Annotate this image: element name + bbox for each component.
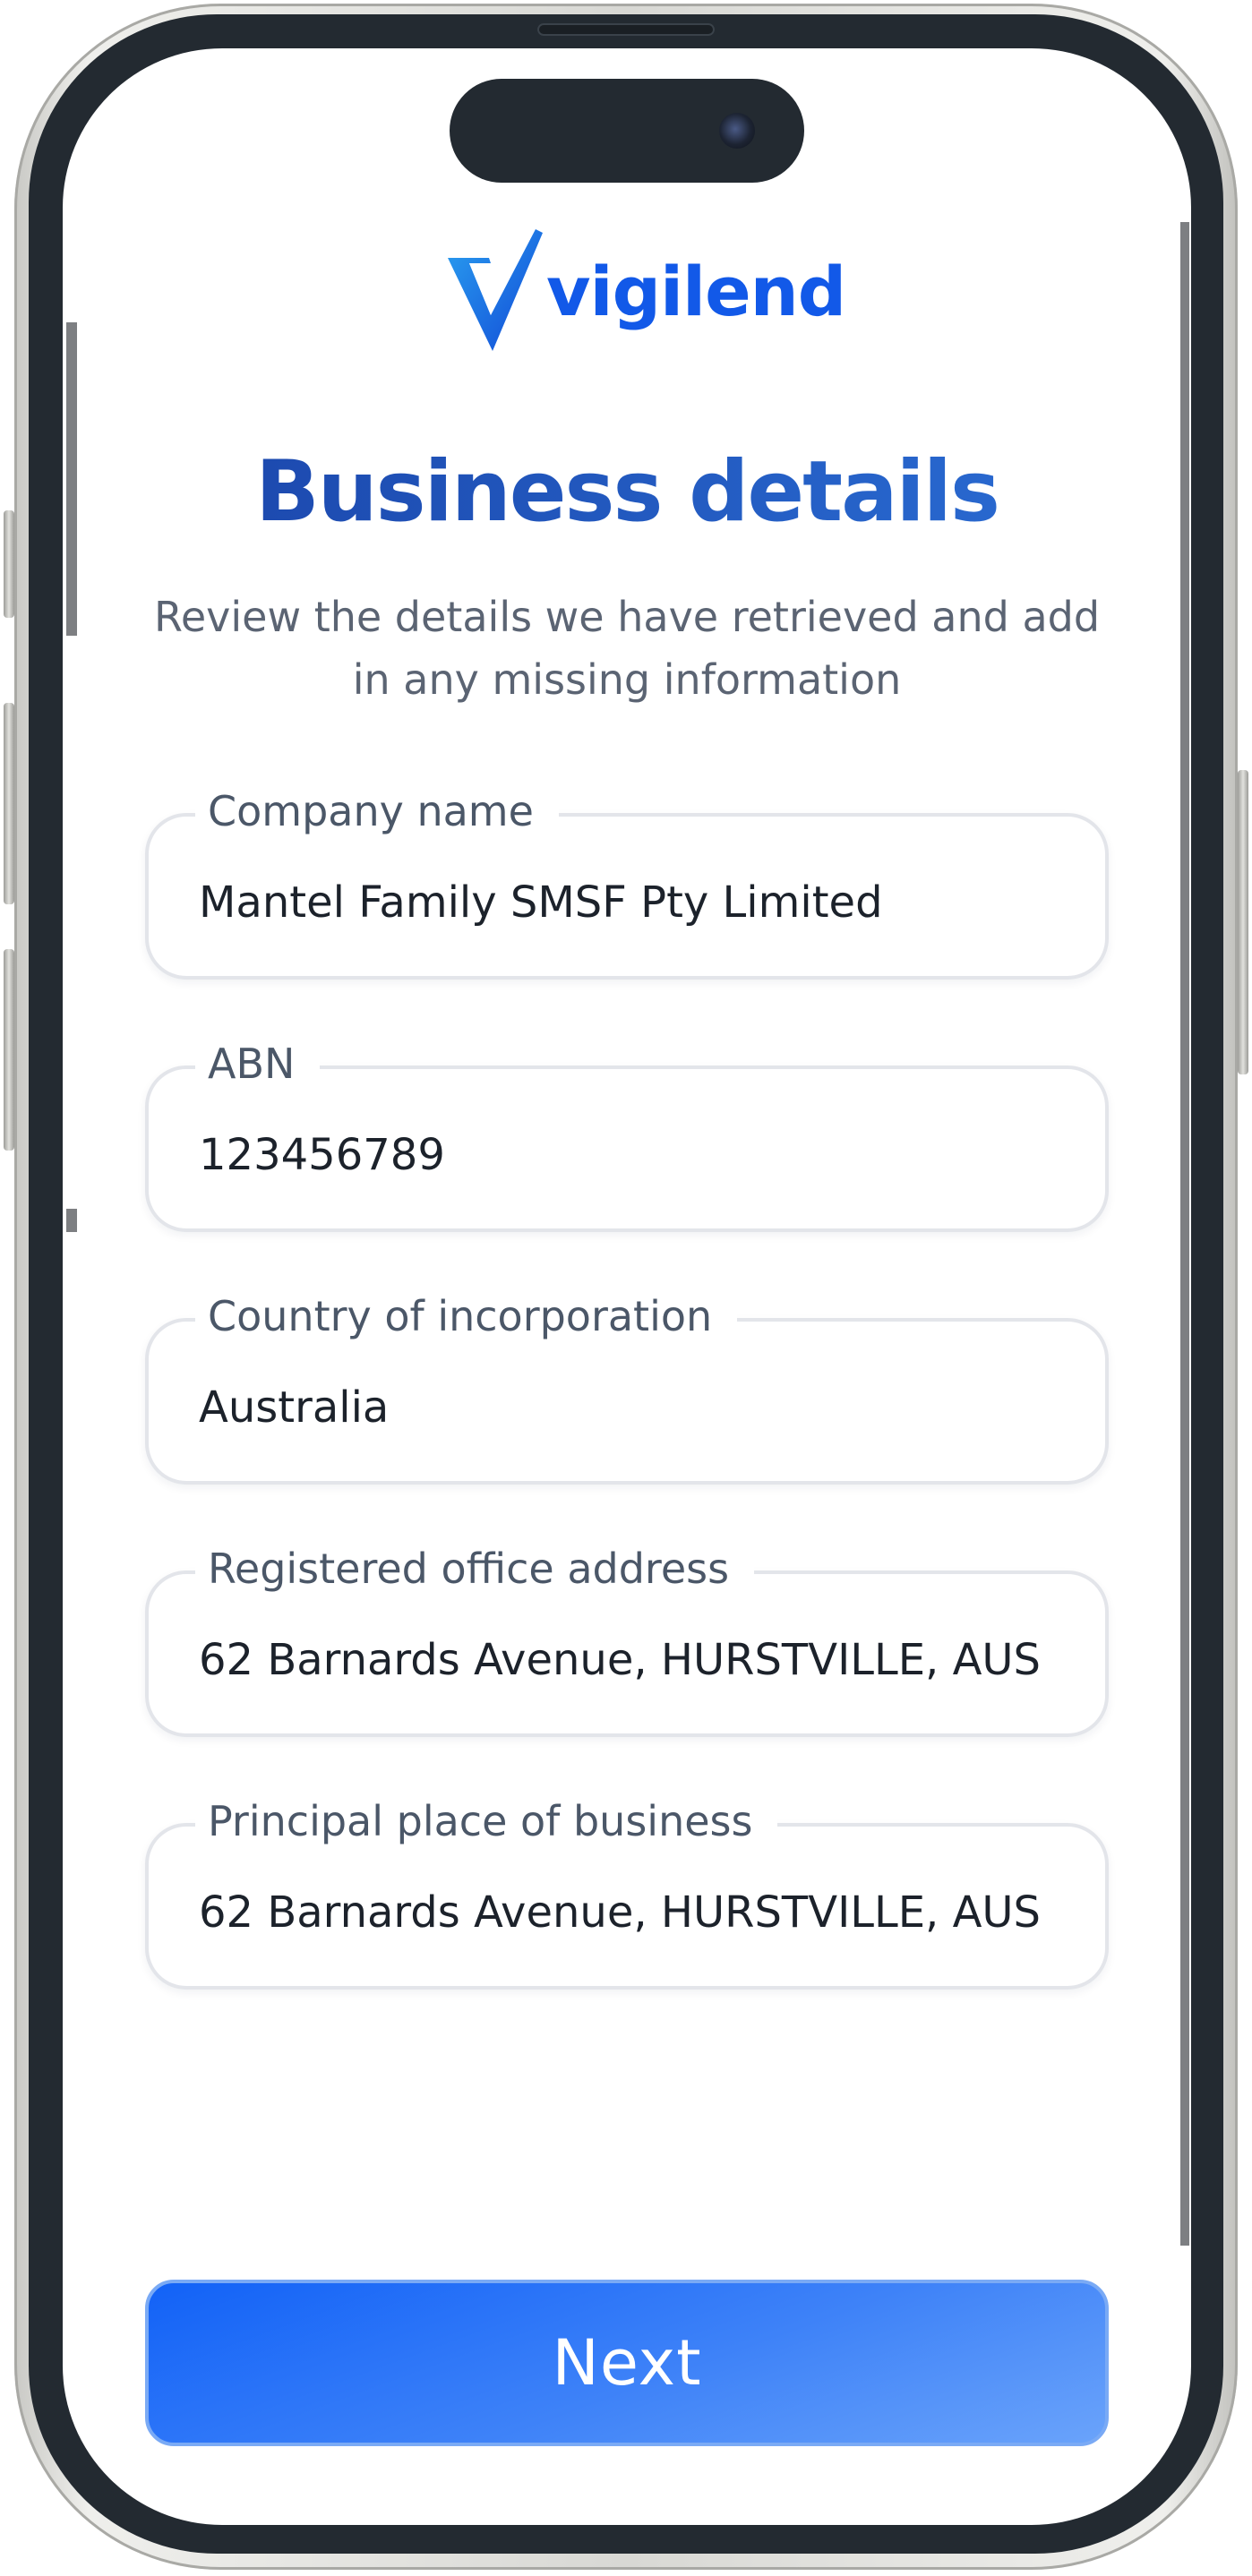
field-value[interactable]: Australia bbox=[199, 1379, 389, 1436]
next-button[interactable]: Next bbox=[145, 2280, 1109, 2446]
field-label: Country of incorporation bbox=[195, 1288, 738, 1345]
front-camera bbox=[719, 113, 755, 149]
brand-wordmark: vigilend bbox=[546, 252, 846, 331]
field-label: Registered office address bbox=[195, 1540, 755, 1597]
country-of-incorporation-field[interactable]: Country of incorporation Australia bbox=[145, 1288, 1109, 1485]
field-label: Company name bbox=[195, 783, 559, 840]
company-name-field[interactable]: Company name Mantel Family SMSF Pty Limi… bbox=[145, 783, 1109, 980]
scrollbar[interactable] bbox=[1180, 222, 1189, 2246]
subtitle-line: in any missing information bbox=[352, 655, 902, 704]
scroll-indicator bbox=[66, 1209, 77, 1232]
page-subtitle: Review the details we have retrieved and… bbox=[134, 586, 1119, 711]
app-screen: vigilend Business details Review the det… bbox=[63, 48, 1191, 2525]
scroll-indicator bbox=[66, 322, 77, 636]
speaker-slot bbox=[537, 23, 715, 36]
brand-logo: vigilend bbox=[446, 227, 846, 362]
volume-down-button bbox=[4, 949, 14, 1151]
next-button-label: Next bbox=[552, 2326, 702, 2400]
registered-office-address-field[interactable]: Registered office address 62 Barnards Av… bbox=[145, 1540, 1109, 1737]
field-value[interactable]: 123456789 bbox=[199, 1126, 445, 1184]
field-value[interactable]: 62 Barnards Avenue, HURSTVILLE, AUS bbox=[199, 1631, 1041, 1689]
field-label: ABN bbox=[195, 1035, 321, 1092]
principal-place-of-business-field[interactable]: Principal place of business 62 Barnards … bbox=[145, 1793, 1109, 1990]
dynamic-island bbox=[450, 79, 804, 183]
abn-field[interactable]: ABN 123456789 bbox=[145, 1035, 1109, 1232]
subtitle-line: Review the details we have retrieved and… bbox=[153, 593, 1101, 641]
power-button bbox=[1238, 770, 1248, 1074]
v-check-logo-icon bbox=[448, 229, 543, 351]
page-title: Business details bbox=[63, 442, 1191, 543]
device-mockup: vigilend Business details Review the det… bbox=[0, 0, 1252, 2576]
volume-up-button bbox=[4, 703, 14, 904]
field-value[interactable]: 62 Barnards Avenue, HURSTVILLE, AUS bbox=[199, 1884, 1041, 1941]
field-label: Principal place of business bbox=[195, 1793, 778, 1850]
field-value[interactable]: Mantel Family SMSF Pty Limited bbox=[199, 874, 883, 931]
action-button bbox=[4, 510, 14, 618]
